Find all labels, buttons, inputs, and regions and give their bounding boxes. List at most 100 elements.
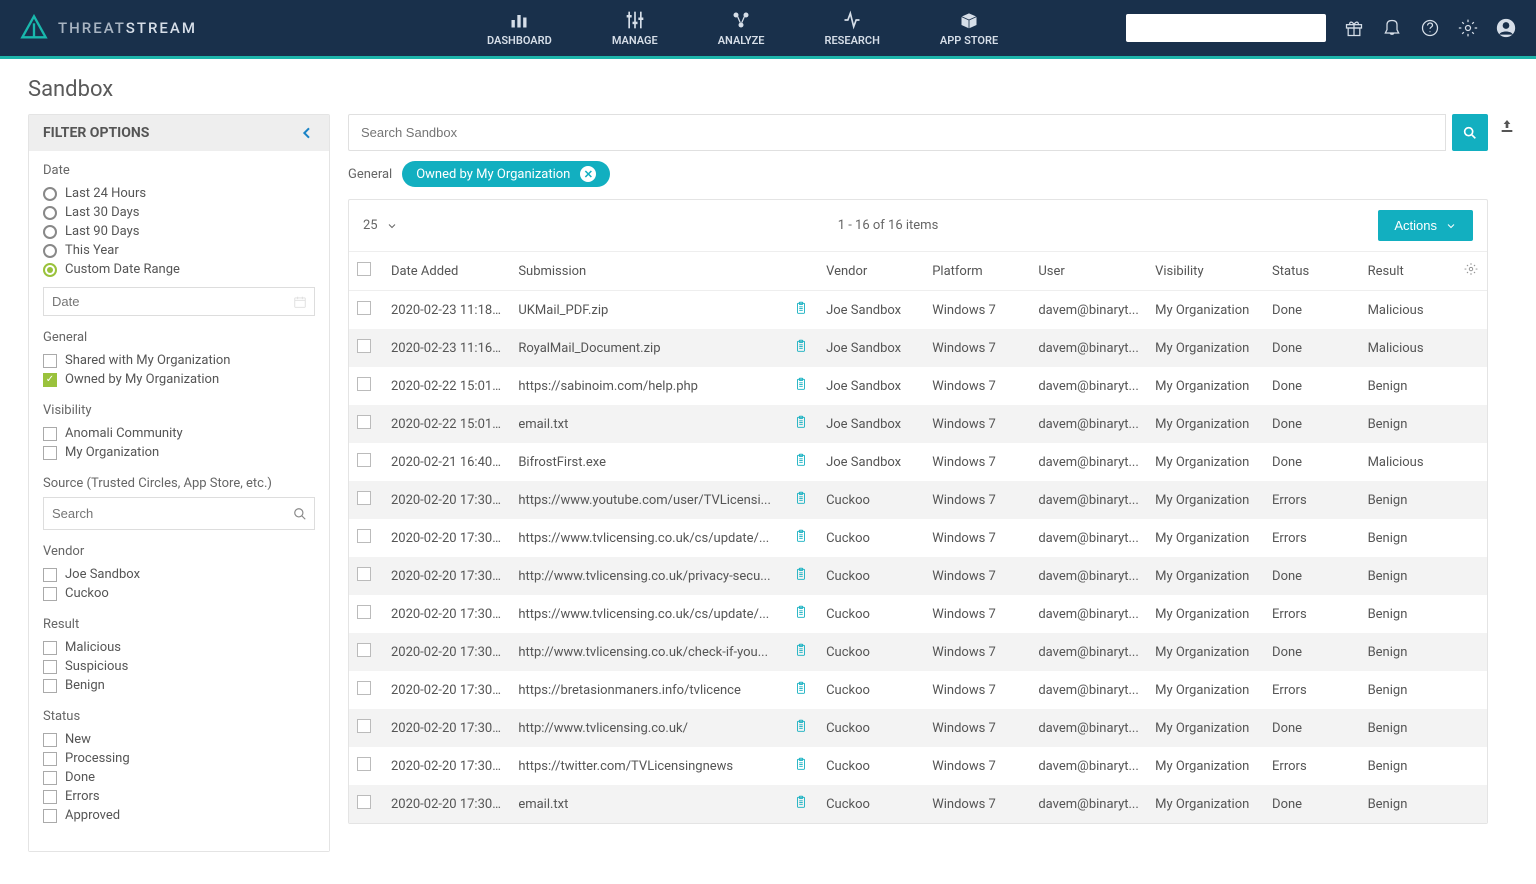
visibility-checkbox[interactable]: Anomali Community <box>43 424 315 443</box>
row-checkbox[interactable] <box>357 757 371 771</box>
clipboard-icon[interactable] <box>794 380 808 395</box>
result-checkbox[interactable]: Suspicious <box>43 657 315 676</box>
col-visibility[interactable]: Visibility <box>1147 252 1264 291</box>
row-checkbox[interactable] <box>357 795 371 809</box>
col-result[interactable]: Result <box>1360 252 1456 291</box>
date-radio[interactable]: Custom Date Range <box>43 260 315 279</box>
table-row[interactable]: 2020-02-23 11:18:4 UKMail_PDF.zip Joe Sa… <box>349 291 1487 330</box>
bell-icon[interactable] <box>1382 18 1402 38</box>
row-checkbox[interactable] <box>357 339 371 353</box>
visibility-checkbox[interactable]: My Organization <box>43 443 315 462</box>
col-status[interactable]: Status <box>1264 252 1360 291</box>
cell-status: Done <box>1264 633 1360 671</box>
clipboard-icon[interactable] <box>794 456 808 471</box>
table-row[interactable]: 2020-02-20 17:30:0 https://twitter.com/T… <box>349 747 1487 785</box>
clipboard-icon[interactable] <box>794 418 808 433</box>
upload-icon[interactable] <box>1499 118 1515 134</box>
general-checkbox[interactable]: Owned by My Organization <box>43 370 315 389</box>
cell-vendor: Cuckoo <box>818 557 924 595</box>
cell-status: Done <box>1264 329 1360 367</box>
select-all-checkbox[interactable] <box>357 262 371 276</box>
gift-icon[interactable] <box>1344 18 1364 38</box>
table-row[interactable]: 2020-02-20 17:30:0 http://www.tvlicensin… <box>349 557 1487 595</box>
row-checkbox[interactable] <box>357 301 371 315</box>
row-checkbox[interactable] <box>357 567 371 581</box>
cell-status: Done <box>1264 557 1360 595</box>
chip-close-icon[interactable]: ✕ <box>580 166 596 182</box>
row-checkbox[interactable] <box>357 643 371 657</box>
nav-dashboard[interactable]: DASHBOARD <box>457 2 582 55</box>
result-checkbox[interactable]: Malicious <box>43 638 315 657</box>
table-row[interactable]: 2020-02-20 17:30:0 https://www.tvlicensi… <box>349 519 1487 557</box>
table-row[interactable]: 2020-02-22 15:01:0 email.txt Joe Sandbox… <box>349 405 1487 443</box>
table-row[interactable]: 2020-02-22 15:01:0 https://sabinoim.com/… <box>349 367 1487 405</box>
clipboard-icon[interactable] <box>794 608 808 623</box>
date-radio[interactable]: Last 90 Days <box>43 222 315 241</box>
table-row[interactable]: 2020-02-20 17:30:0 https://www.tvlicensi… <box>349 595 1487 633</box>
nav-manage[interactable]: MANAGE <box>582 2 688 55</box>
col-vendor[interactable]: Vendor <box>818 252 924 291</box>
gear-icon[interactable] <box>1464 262 1478 276</box>
date-radio[interactable]: Last 30 Days <box>43 203 315 222</box>
source-search-input[interactable] <box>43 497 315 530</box>
clipboard-icon[interactable] <box>794 722 808 737</box>
nav-analyze[interactable]: ANALYZE <box>688 2 795 55</box>
table-row[interactable]: 2020-02-23 11:16:4 RoyalMail_Document.zi… <box>349 329 1487 367</box>
result-checkbox[interactable]: Benign <box>43 676 315 695</box>
date-input[interactable] <box>43 287 315 316</box>
brand-logo[interactable]: THREATSTREAM <box>20 14 197 42</box>
clipboard-icon[interactable] <box>794 760 808 775</box>
status-checkbox[interactable]: Errors <box>43 787 315 806</box>
table-row[interactable]: 2020-02-20 17:30:0 http://www.tvlicensin… <box>349 709 1487 747</box>
cell-submission: https://www.tvlicensing.co.uk/cs/update/… <box>510 595 786 633</box>
row-checkbox[interactable] <box>357 415 371 429</box>
search-button[interactable] <box>1452 114 1488 151</box>
table-row[interactable]: 2020-02-20 17:30:0 email.txt Cuckoo Wind… <box>349 785 1487 823</box>
search-input[interactable] <box>348 114 1446 151</box>
col-date[interactable]: Date Added <box>383 252 510 291</box>
vendor-checkbox[interactable]: Cuckoo <box>43 584 315 603</box>
nav-research[interactable]: RESEARCH <box>794 2 909 55</box>
cell-date: 2020-02-20 17:30:0 <box>383 747 510 785</box>
row-checkbox[interactable] <box>357 377 371 391</box>
general-checkbox[interactable]: Shared with My Organization <box>43 351 315 370</box>
avatar-icon[interactable] <box>1496 18 1516 38</box>
vendor-checkbox[interactable]: Joe Sandbox <box>43 565 315 584</box>
status-checkbox[interactable]: Approved <box>43 806 315 825</box>
row-checkbox[interactable] <box>357 605 371 619</box>
actions-button[interactable]: Actions <box>1378 210 1473 241</box>
row-checkbox[interactable] <box>357 529 371 543</box>
row-checkbox[interactable] <box>357 719 371 733</box>
table-row[interactable]: 2020-02-20 17:30:0 https://www.youtube.c… <box>349 481 1487 519</box>
per-page-select[interactable]: 25 <box>363 218 398 233</box>
clipboard-icon[interactable] <box>794 798 808 813</box>
clipboard-icon[interactable] <box>794 646 808 661</box>
date-radio[interactable]: Last 24 Hours <box>43 184 315 203</box>
nav-appstore[interactable]: APP STORE <box>910 2 1028 55</box>
gear-icon[interactable] <box>1458 18 1478 38</box>
table-row[interactable]: 2020-02-21 16:40:2 BifrostFirst.exe Joe … <box>349 443 1487 481</box>
cell-visibility: My Organization <box>1147 785 1264 823</box>
cell-platform: Windows 7 <box>924 291 1030 330</box>
row-checkbox[interactable] <box>357 491 371 505</box>
table-row[interactable]: 2020-02-20 17:30:0 https://bretasionmane… <box>349 671 1487 709</box>
clipboard-icon[interactable] <box>794 494 808 509</box>
col-user[interactable]: User <box>1030 252 1147 291</box>
collapse-icon[interactable] <box>299 125 315 141</box>
status-checkbox[interactable]: Done <box>43 768 315 787</box>
clipboard-icon[interactable] <box>794 570 808 585</box>
status-checkbox[interactable]: Processing <box>43 749 315 768</box>
global-search-input[interactable] <box>1126 14 1326 42</box>
col-platform[interactable]: Platform <box>924 252 1030 291</box>
row-checkbox[interactable] <box>357 681 371 695</box>
clipboard-icon[interactable] <box>794 304 808 319</box>
row-checkbox[interactable] <box>357 453 371 467</box>
col-submission[interactable]: Submission <box>510 252 786 291</box>
help-icon[interactable] <box>1420 18 1440 38</box>
clipboard-icon[interactable] <box>794 532 808 547</box>
table-row[interactable]: 2020-02-20 17:30:0 http://www.tvlicensin… <box>349 633 1487 671</box>
date-radio[interactable]: This Year <box>43 241 315 260</box>
clipboard-icon[interactable] <box>794 342 808 357</box>
clipboard-icon[interactable] <box>794 684 808 699</box>
status-checkbox[interactable]: New <box>43 730 315 749</box>
